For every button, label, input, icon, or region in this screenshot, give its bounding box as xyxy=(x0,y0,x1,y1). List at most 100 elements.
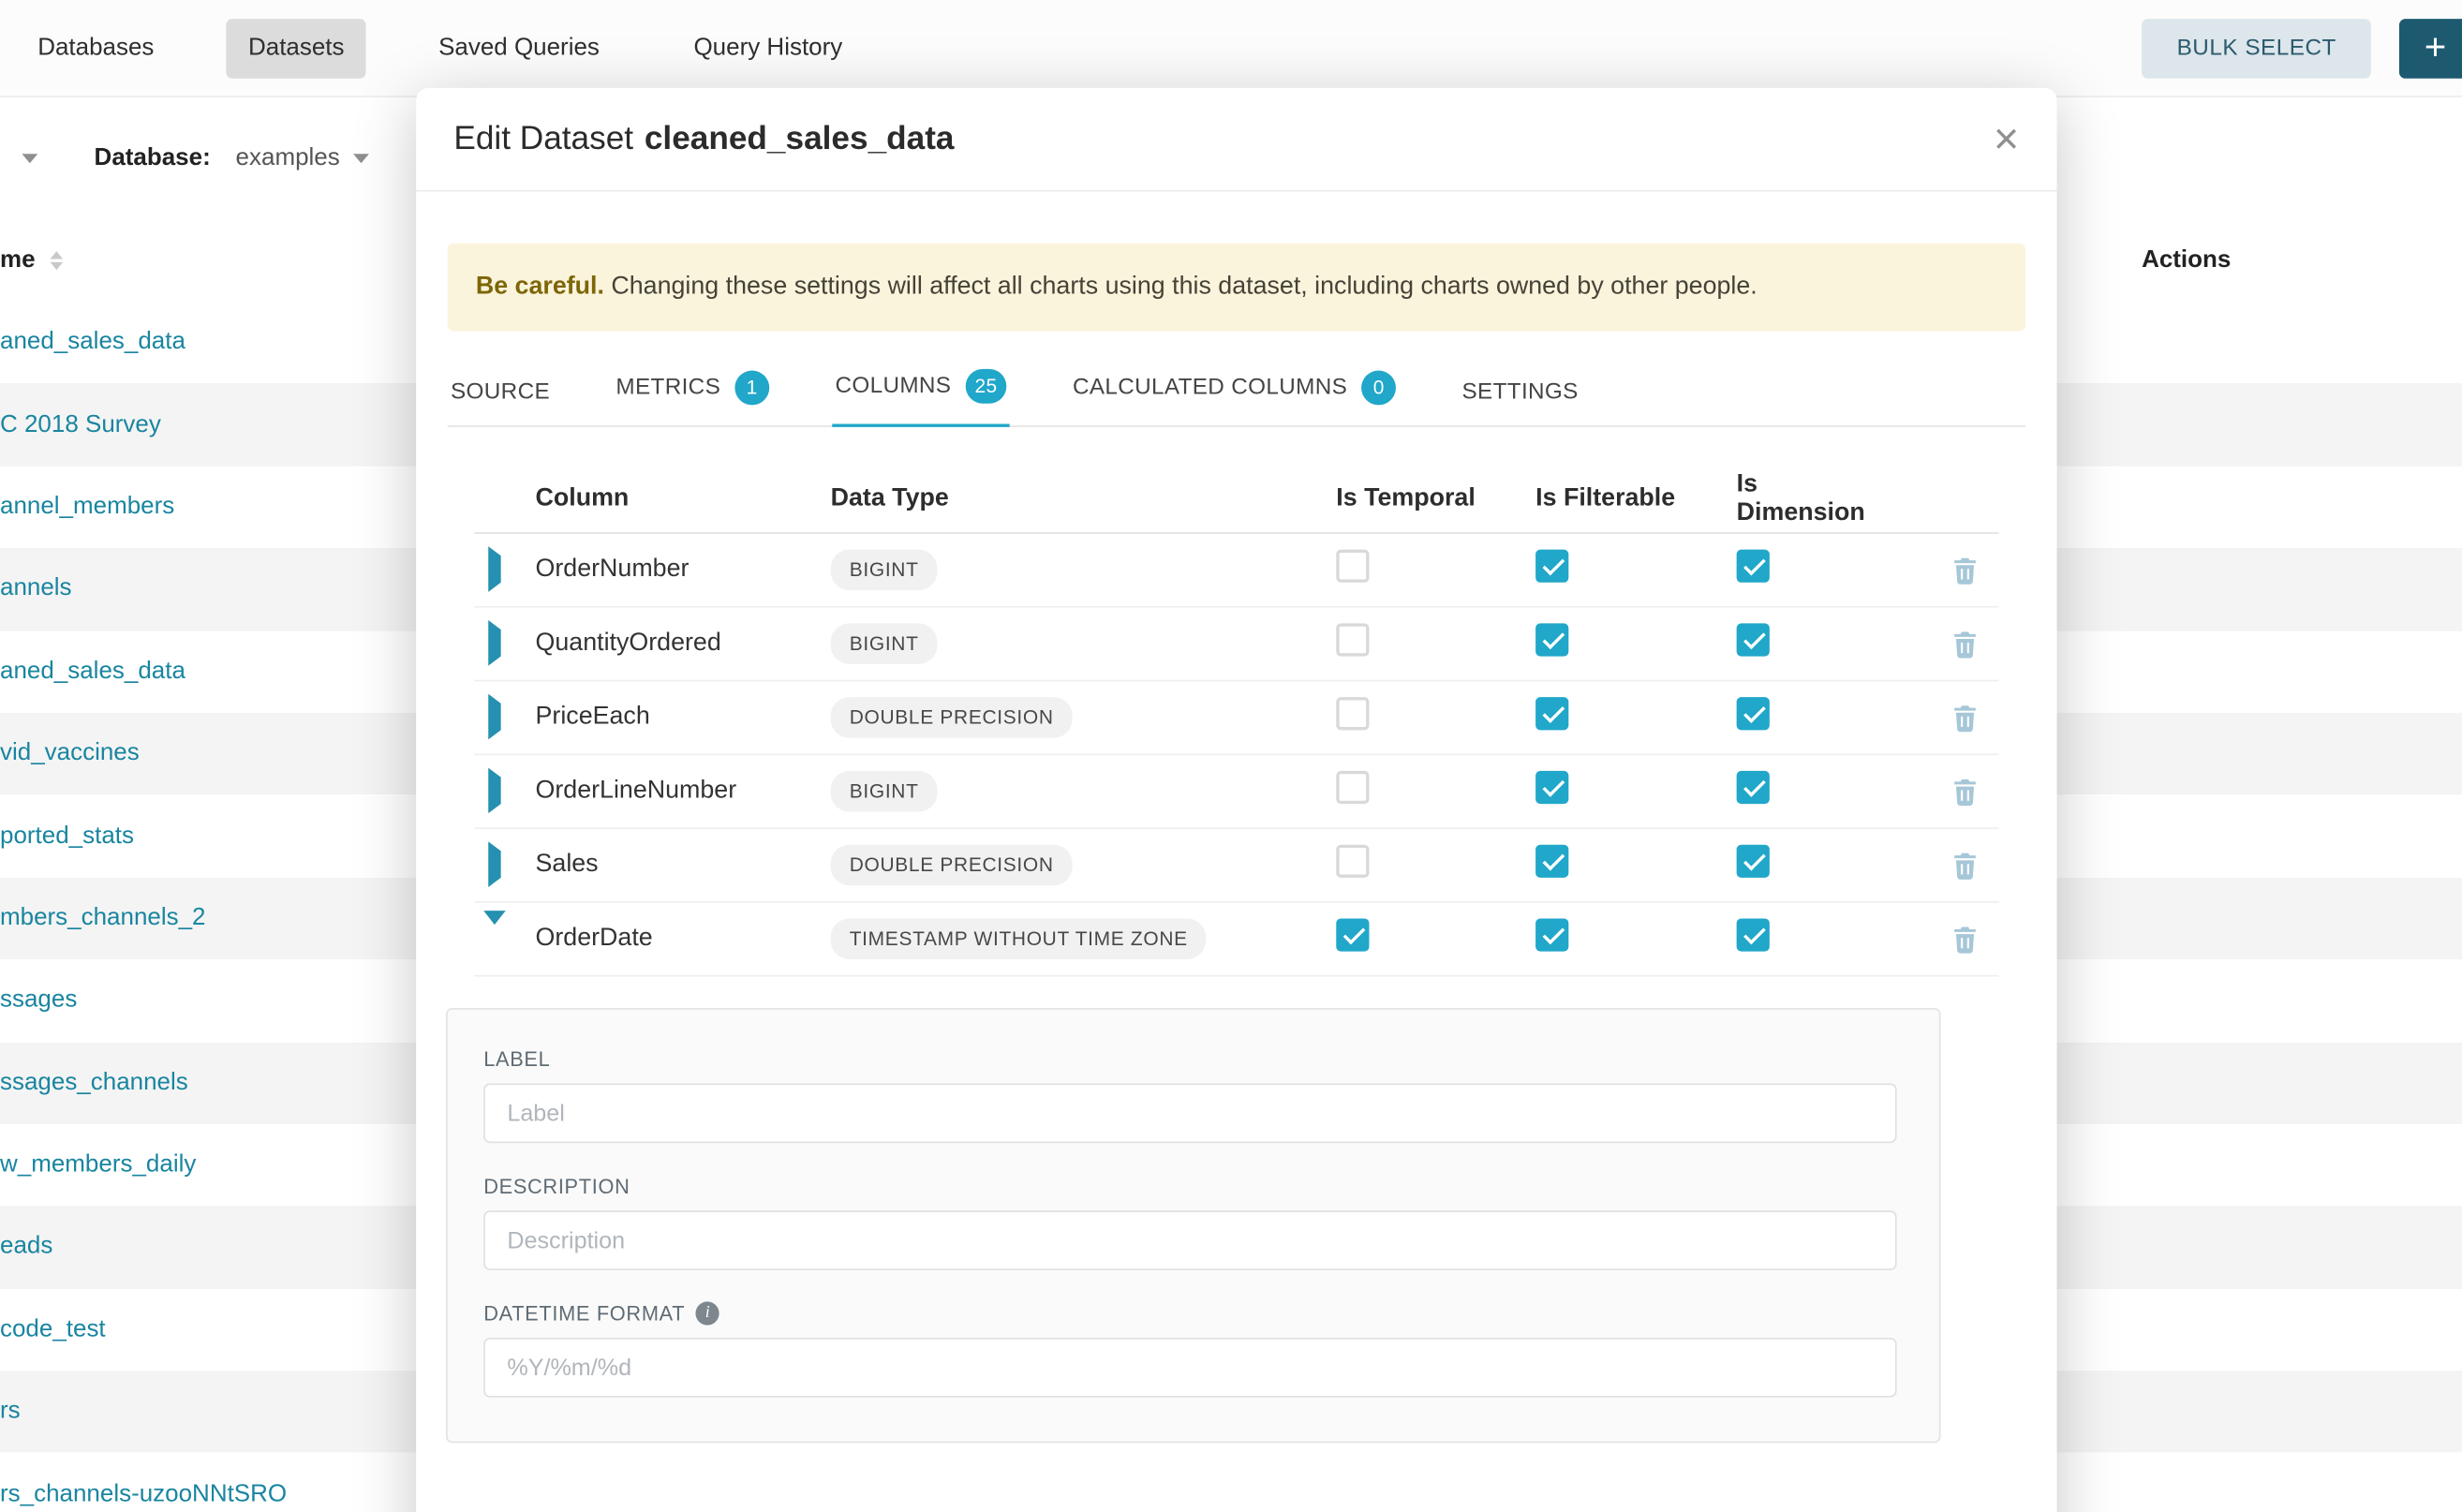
app-viewport: Databases Datasets Saved Queries Query Hist… xyxy=(0,0,2462,1512)
label-input[interactable] xyxy=(483,1083,1896,1143)
add-button[interactable]: + xyxy=(2399,19,2462,79)
dataset-link[interactable]: rs xyxy=(0,1398,21,1426)
is-dimension-checkbox[interactable] xyxy=(1737,771,1770,804)
bulk-select-button[interactable]: BULK SELECT xyxy=(2143,19,2371,79)
dataset-link[interactable]: ported_stats xyxy=(0,822,134,850)
label-field-group: LABEL xyxy=(483,1047,1896,1143)
tab-calculated-columns[interactable]: CALCULATED COLUMNS0 xyxy=(1070,355,1400,425)
dataset-link[interactable]: aned_sales_data xyxy=(0,329,185,357)
caret-cell xyxy=(474,704,530,732)
is-temporal-checkbox[interactable] xyxy=(1336,845,1369,878)
trash-icon xyxy=(1950,851,1980,881)
tab-count-badge: 0 xyxy=(1361,371,1396,406)
sort-icon[interactable] xyxy=(51,251,63,270)
delete-column-button[interactable] xyxy=(1950,555,1999,585)
is-dimension-checkbox[interactable] xyxy=(1737,918,1770,951)
delete-column-button[interactable] xyxy=(1950,703,1999,733)
nav-right: BULK SELECT + xyxy=(2143,0,2462,97)
trash-icon xyxy=(1950,629,1980,659)
checkbox-cell xyxy=(1322,771,1521,812)
nav-item-query-history[interactable]: Query History xyxy=(672,18,865,78)
expand-caret-icon[interactable] xyxy=(488,768,500,814)
description-field-label: DESCRIPTION xyxy=(483,1175,1896,1198)
tab-settings[interactable]: SETTINGS xyxy=(1459,364,1581,425)
nav-item-saved-queries[interactable]: Saved Queries xyxy=(417,18,622,78)
dataset-link[interactable]: aned_sales_data xyxy=(0,658,185,686)
tab-metrics[interactable]: METRICS1 xyxy=(613,355,772,425)
delete-column-button[interactable] xyxy=(1950,924,1999,954)
dataset-link[interactable]: rs_channels-uzooNNtSRO xyxy=(0,1480,287,1508)
datetime-format-input[interactable] xyxy=(483,1338,1896,1398)
is-temporal-checkbox[interactable] xyxy=(1336,918,1369,951)
top-nav: Databases Datasets Saved Queries Query Hist… xyxy=(0,0,2462,97)
datetime-format-field-group: DATETIME FORMAT i xyxy=(483,1301,1896,1397)
dataset-link[interactable]: annel_members xyxy=(0,493,174,521)
column-row-quantityordered: QuantityOrderedBIGINT xyxy=(474,608,1998,682)
nav-item-databases[interactable]: Databases xyxy=(16,18,176,78)
edit-dataset-modal: Edit Datasetcleaned_sales_data × Be care… xyxy=(416,88,2056,1512)
is-filterable-checkbox[interactable] xyxy=(1535,845,1568,878)
type-cell: BIGINT xyxy=(831,771,1323,812)
is-filterable-checkbox[interactable] xyxy=(1535,697,1568,730)
type-cell: DOUBLE PRECISION xyxy=(831,697,1323,738)
dataset-link[interactable]: C 2018 Survey xyxy=(0,410,161,438)
delete-column-button[interactable] xyxy=(1950,629,1999,659)
dataset-link[interactable]: annels xyxy=(0,575,72,603)
delete-column-button[interactable] xyxy=(1950,777,1999,807)
data-type-pill: BIGINT xyxy=(831,771,938,812)
is-filterable-checkbox[interactable] xyxy=(1535,550,1568,583)
caret-cell xyxy=(474,630,530,658)
is-temporal-checkbox[interactable] xyxy=(1336,697,1369,730)
expand-caret-icon[interactable] xyxy=(488,694,500,740)
data-type-pill: DOUBLE PRECISION xyxy=(831,845,1073,886)
trash-icon xyxy=(1950,703,1980,733)
modal-title: Edit Datasetcleaned_sales_data xyxy=(453,120,954,157)
tab-label: METRICS xyxy=(616,376,720,401)
dataset-link[interactable]: w_members_daily xyxy=(0,1151,196,1179)
data-type-pill: TIMESTAMP WITHOUT TIME ZONE xyxy=(831,918,1207,959)
is-dimension-checkbox[interactable] xyxy=(1737,623,1770,656)
expand-caret-icon[interactable] xyxy=(488,841,500,887)
checkbox-cell xyxy=(1521,697,1723,738)
is-filterable-checkbox[interactable] xyxy=(1535,918,1568,951)
checkbox-cell xyxy=(1521,550,1723,591)
chevron-down-icon[interactable] xyxy=(22,154,37,163)
dataset-link[interactable]: mbers_channels_2 xyxy=(0,904,206,932)
checkbox-cell xyxy=(1521,845,1723,886)
column-row-orderdate: OrderDateTIMESTAMP WITHOUT TIME ZONE xyxy=(474,903,1998,977)
is-dimension-checkbox[interactable] xyxy=(1737,550,1770,583)
info-icon[interactable]: i xyxy=(696,1301,719,1325)
delete-column-button[interactable] xyxy=(1950,851,1999,881)
dataset-link[interactable]: vid_vaccines xyxy=(0,740,140,768)
dataset-link[interactable]: ssages_channels xyxy=(0,1069,188,1097)
is-dimension-checkbox[interactable] xyxy=(1737,845,1770,878)
trash-icon xyxy=(1950,555,1980,585)
caret-cell xyxy=(474,851,530,879)
close-icon[interactable]: × xyxy=(1994,117,2019,161)
is-temporal-checkbox[interactable] xyxy=(1336,771,1369,804)
type-cell: TIMESTAMP WITHOUT TIME ZONE xyxy=(831,918,1323,959)
description-input[interactable] xyxy=(483,1210,1896,1270)
column-header-is-temporal: Is Temporal xyxy=(1322,484,1521,512)
is-temporal-checkbox[interactable] xyxy=(1336,550,1369,583)
checkbox-cell xyxy=(1723,550,1888,591)
collapse-caret-icon[interactable] xyxy=(483,911,505,952)
dataset-link[interactable]: eads xyxy=(0,1233,52,1261)
type-cell: BIGINT xyxy=(831,550,1323,591)
tab-source[interactable]: SOURCE xyxy=(448,364,554,425)
database-filter-select[interactable]: examples xyxy=(236,144,370,172)
checkbox-cell xyxy=(1723,623,1888,664)
is-dimension-checkbox[interactable] xyxy=(1737,697,1770,730)
dataset-link[interactable]: ssages xyxy=(0,986,77,1015)
is-filterable-checkbox[interactable] xyxy=(1535,623,1568,656)
tab-columns[interactable]: COLUMNS25 xyxy=(832,353,1010,427)
chevron-down-icon xyxy=(354,154,370,163)
name-column-header[interactable]: me xyxy=(0,246,36,274)
dataset-link[interactable]: code_test xyxy=(0,1315,106,1343)
is-temporal-checkbox[interactable] xyxy=(1336,623,1369,656)
expand-caret-icon[interactable] xyxy=(488,546,500,592)
is-filterable-checkbox[interactable] xyxy=(1535,771,1568,804)
expand-caret-icon[interactable] xyxy=(488,620,500,666)
column-name: OrderDate xyxy=(530,925,830,953)
nav-item-datasets[interactable]: Datasets xyxy=(227,18,366,78)
